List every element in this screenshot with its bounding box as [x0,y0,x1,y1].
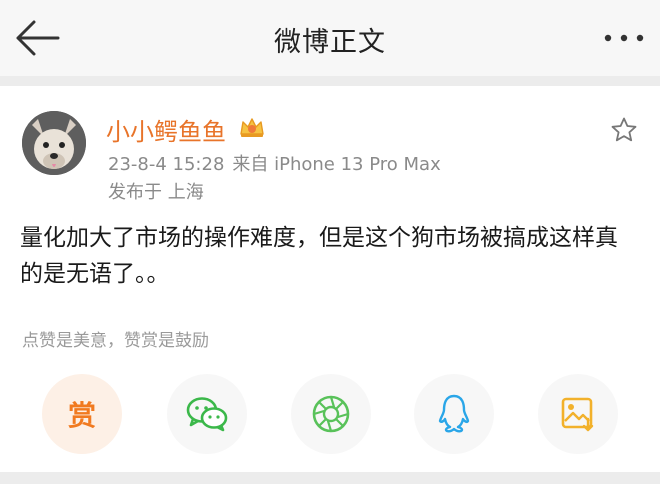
crown-icon [240,118,264,137]
avatar-dog-image [22,111,86,175]
section-divider [0,76,660,86]
share-qq-button[interactable] [414,374,494,454]
post-card: 小小鳄鱼鱼 23-8-4 15:28 来自 iPhone 13 Pro Max 发… [0,86,660,472]
post-location: 发布于 上海 [108,182,204,203]
post-text: 量化加大了市场的操作难度，但是这个狗市场被搞成这样真的是无语了。。 [20,225,618,287]
save-image-icon [561,397,594,432]
post-source: 来自 iPhone 13 Pro Max [232,154,441,175]
author-name[interactable]: 小小鳄鱼鱼 [106,112,226,147]
star-icon [611,117,637,142]
share-wechat-button[interactable] [167,374,247,454]
more-dots-icon [604,34,644,42]
post-time: 23-8-4 15:28 [108,154,225,175]
more-button[interactable] [602,28,646,48]
post-meta: 23-8-4 15:28 来自 iPhone 13 Pro Max [108,150,441,176]
reward-tip: 点赞是美意，赞赏是鼓励 [22,331,209,351]
section-divider-bottom [0,472,660,484]
save-image-button[interactable] [538,374,618,454]
share-moments-button[interactable] [291,374,371,454]
top-navigation-bar: 微博正文 [0,0,660,76]
avatar[interactable] [22,111,86,175]
page-title: 微博正文 [274,27,386,58]
reward-label: 赏 [67,399,96,432]
moments-icon [312,395,350,433]
reward-button[interactable]: 赏 [42,374,122,454]
favorite-button[interactable] [610,116,638,144]
wechat-icon [186,397,228,432]
qq-icon [438,394,470,433]
